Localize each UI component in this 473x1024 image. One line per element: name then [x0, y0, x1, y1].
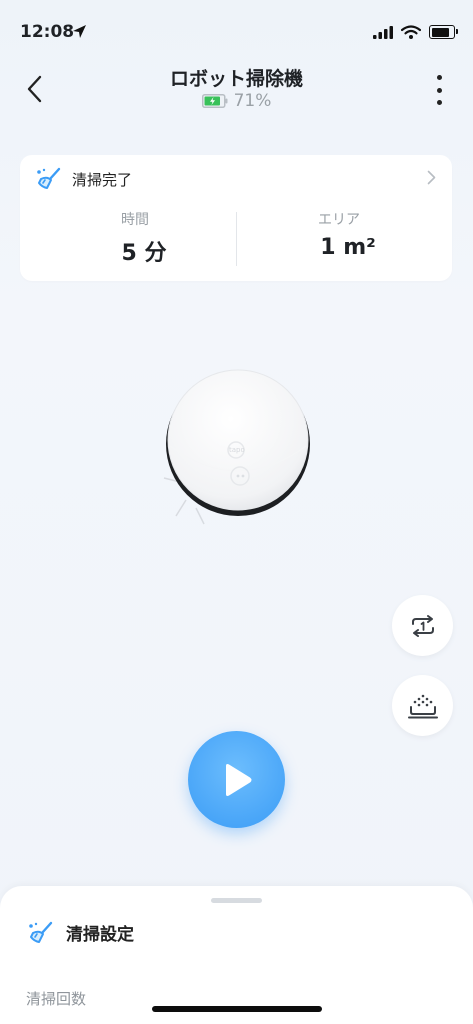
more-vertical-icon: [436, 75, 442, 80]
robot-battery-status: 71%: [0, 91, 473, 111]
robot-vacuum-image: tapo: [163, 369, 310, 525]
sheet-grabber[interactable]: [211, 898, 262, 903]
broom-icon: [29, 921, 53, 943]
status-bar: 12:08: [0, 0, 473, 54]
broom-icon: [37, 167, 61, 189]
status-time: 12:08: [20, 22, 75, 42]
cellular-signal-icon: [373, 25, 393, 39]
chevron-right-icon: [427, 170, 436, 185]
home-indicator[interactable]: [152, 1006, 322, 1012]
area-label: エリア: [318, 212, 360, 228]
nav-bar: ロボット掃除機 71%: [0, 55, 473, 125]
device-battery-icon: [429, 25, 458, 39]
cleaning-settings-sheet[interactable]: 清掃設定 清掃回数: [0, 886, 473, 1024]
status-header: 清掃完了: [36, 167, 132, 191]
status-indicators: [373, 25, 458, 39]
wifi-icon: [401, 25, 421, 39]
time-metric: 時間 5 分: [44, 209, 244, 267]
sheet-header: 清掃設定: [28, 920, 134, 945]
dust-suction-icon: [407, 694, 438, 718]
time-label: 時間: [121, 212, 149, 228]
clean-passes-button[interactable]: [392, 595, 453, 656]
play-icon: [225, 763, 251, 796]
area-metric: エリア 1 m²: [248, 209, 448, 260]
sheet-title: 清掃設定: [66, 925, 134, 945]
area-value: 1 m²: [320, 235, 376, 260]
page-title: ロボット掃除機: [169, 68, 303, 90]
battery-charging-icon: [201, 94, 228, 108]
cleaning-status-card[interactable]: 清掃完了 時間 5 分 エリア 1 m²: [20, 155, 452, 281]
start-cleaning-button[interactable]: [188, 731, 285, 828]
cleaning-status-text: 清掃完了: [72, 170, 133, 189]
repeat-once-icon: [411, 614, 434, 637]
location-arrow-icon: [73, 25, 86, 38]
time-value: 5 分: [121, 241, 167, 266]
battery-percentage: 71%: [233, 91, 272, 111]
suction-power-button[interactable]: [392, 675, 453, 736]
more-options-button[interactable]: [429, 75, 449, 105]
robot-brand-text: tapo: [229, 446, 245, 454]
clean-passes-label: 清掃回数: [26, 990, 87, 1008]
